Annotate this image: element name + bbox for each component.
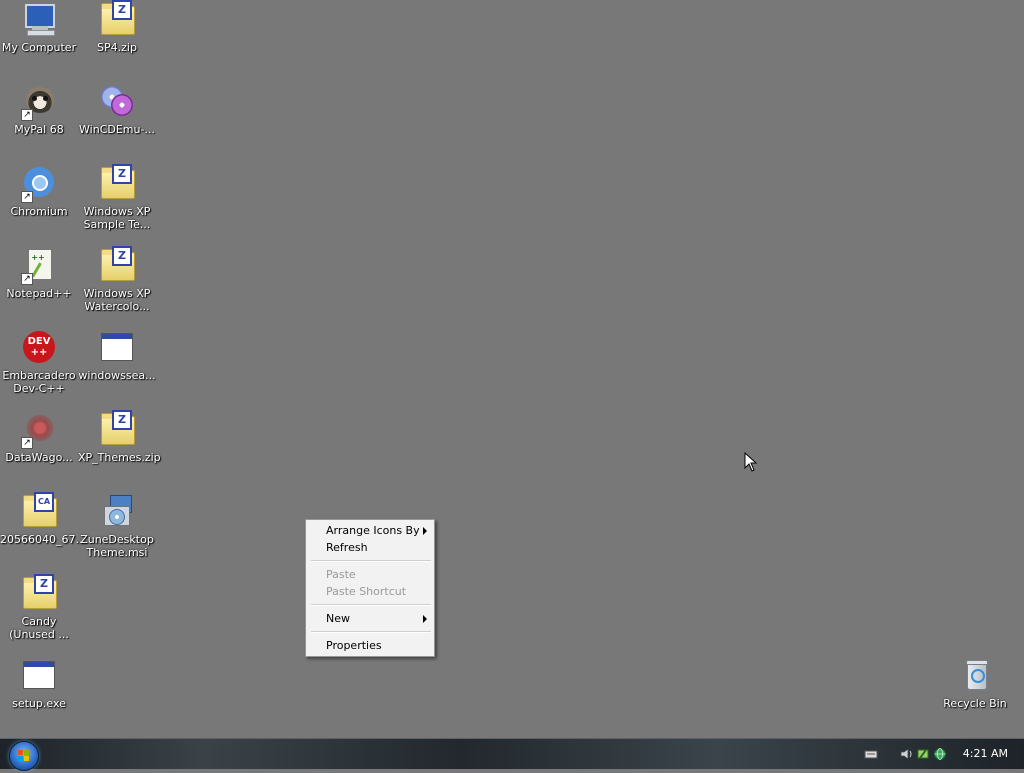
desktop-icon-windowssea[interactable]: windowssea... xyxy=(78,330,156,382)
icon-label: 20566040_67... xyxy=(0,533,86,546)
menu-separator xyxy=(311,560,431,562)
desktop-icon-xp-watercolor[interactable]: Z Windows XP Watercolo... xyxy=(78,246,156,313)
zip-badge: Z xyxy=(112,410,132,430)
datawagon-icon: ↗ xyxy=(21,412,56,449)
menu-item-label: Paste Shortcut xyxy=(326,585,407,598)
desktop-icon-notepad-plus-plus[interactable]: ++ ↗ Notepad++ xyxy=(0,248,78,300)
icon-label: Notepad++ xyxy=(6,287,72,300)
menu-item-refresh[interactable]: Refresh xyxy=(306,539,434,556)
zip-folder-icon: Z xyxy=(100,246,135,282)
cab-folder-icon: CA xyxy=(22,492,57,528)
zip-badge: Z xyxy=(34,574,54,594)
desktop-icon-chromium[interactable]: ↗ Chromium xyxy=(0,166,78,218)
cab-badge: CA xyxy=(34,492,54,512)
start-button[interactable] xyxy=(9,741,39,771)
desktop-icon-wincdemu[interactable]: WinCDEmu-... xyxy=(78,84,156,136)
shortcut-arrow-icon: ↗ xyxy=(21,437,33,449)
wincdemu-discs-icon xyxy=(100,84,134,118)
system-tray: 4:21 AM xyxy=(859,739,1024,769)
exe-window-icon xyxy=(22,658,56,692)
submenu-arrow-icon xyxy=(423,615,427,623)
notepad-plus-plus-icon: ++ ↗ xyxy=(21,248,56,285)
keyboard-icon[interactable] xyxy=(864,747,878,761)
icon-label: SP4.zip xyxy=(97,41,137,54)
desktop-icon-setup-exe[interactable]: setup.exe xyxy=(0,658,78,710)
icon-label: ZuneDesktopTheme.msi xyxy=(80,533,154,559)
menu-item-paste-shortcut: Paste Shortcut xyxy=(306,583,434,600)
zip-folder-icon: Z xyxy=(100,410,135,446)
icon-label: DataWago... xyxy=(5,451,73,464)
desktop-icon-dev-cpp[interactable]: DEV ++ Embarcadero Dev-C++ xyxy=(0,330,78,395)
shortcut-arrow-icon: ↗ xyxy=(21,109,33,121)
desktop-icon-mypal[interactable]: ↗ MyPal 68 xyxy=(0,84,78,136)
menu-item-label: Paste xyxy=(326,568,356,581)
zip-folder-icon: Z xyxy=(22,574,57,610)
menu-item-label: Properties xyxy=(326,639,382,652)
speaker-icon[interactable] xyxy=(899,747,913,761)
icon-label: windowssea... xyxy=(78,369,156,382)
icon-label: Candy (Unused ... xyxy=(9,615,69,641)
zip-badge: Z xyxy=(112,164,132,184)
menu-item-paste: Paste xyxy=(306,566,434,583)
menu-item-new[interactable]: New xyxy=(306,610,434,627)
icon-label: Windows XP Sample Te... xyxy=(83,205,151,231)
icon-label: My Computer xyxy=(1,41,77,54)
zip-badge: Z xyxy=(112,0,132,20)
menu-separator xyxy=(311,604,431,606)
desktop-icon-cab-archive[interactable]: CA 20566040_67... xyxy=(0,492,86,546)
mouse-pointer-icon xyxy=(744,452,758,472)
desktop[interactable]: My Computer ↗ MyPal 68 ↗ Chromium ++ ↗ N… xyxy=(0,0,1024,738)
desktop-context-menu: Arrange Icons By Refresh Paste Paste Sho… xyxy=(305,519,435,657)
icon-label: XP_Themes.zip xyxy=(78,451,161,464)
icon-label: WinCDEmu-... xyxy=(79,123,155,136)
dev-cpp-icon: DEV ++ xyxy=(22,330,56,364)
menu-item-label: Refresh xyxy=(326,541,368,554)
network-icon[interactable] xyxy=(933,747,947,761)
windows-orb-icon xyxy=(18,750,29,761)
shortcut-arrow-icon: ↗ xyxy=(21,273,33,285)
desktop-icon-zune-msi[interactable]: ZuneDesktopTheme.msi xyxy=(78,494,156,559)
menu-item-label: Arrange Icons By xyxy=(326,524,420,537)
desktop-icon-my-computer[interactable]: My Computer xyxy=(0,2,78,54)
zip-badge: Z xyxy=(112,246,132,266)
taskbar: 4:21 AM xyxy=(0,738,1024,771)
icon-label: setup.exe xyxy=(12,697,66,710)
taskbar-clock[interactable]: 4:21 AM xyxy=(963,739,1008,769)
desktop-icon-sp4-zip[interactable]: Z SP4.zip xyxy=(78,0,156,54)
zip-folder-icon: Z xyxy=(100,0,135,36)
recycle-bin-icon xyxy=(958,658,992,692)
desktop-icon-candy[interactable]: Z Candy (Unused ... xyxy=(0,574,78,641)
desktop-icon-recycle-bin[interactable]: Recycle Bin xyxy=(936,658,1014,710)
menu-item-label: New xyxy=(326,612,350,625)
desktop-icon-datawagon[interactable]: ↗ DataWago... xyxy=(0,412,78,464)
icon-label: Windows XP Watercolo... xyxy=(83,287,151,313)
submenu-arrow-icon xyxy=(423,527,427,535)
icon-label: Chromium xyxy=(10,205,68,218)
mypal-raccoon-icon: ↗ xyxy=(21,84,56,121)
dev-badge-text: DEV xyxy=(27,336,51,347)
msi-installer-icon xyxy=(100,494,134,528)
icon-label: Embarcadero Dev-C++ xyxy=(2,369,76,395)
my-computer-icon xyxy=(22,2,56,36)
chromium-icon: ↗ xyxy=(21,166,56,203)
menu-separator xyxy=(311,631,431,633)
safely-remove-icon[interactable] xyxy=(916,747,930,761)
menu-item-arrange-icons-by[interactable]: Arrange Icons By xyxy=(306,522,434,539)
menu-item-properties[interactable]: Properties xyxy=(306,637,434,654)
zip-folder-icon: Z xyxy=(100,164,135,200)
desktop-icon-xp-themes-zip[interactable]: Z XP_Themes.zip xyxy=(78,410,161,464)
desktop-icon-xp-sample-theme[interactable]: Z Windows XP Sample Te... xyxy=(78,164,156,231)
exe-window-icon xyxy=(100,330,134,364)
icon-label: Recycle Bin xyxy=(943,697,1007,710)
icon-label: MyPal 68 xyxy=(14,123,64,136)
shortcut-arrow-icon: ↗ xyxy=(21,191,33,203)
